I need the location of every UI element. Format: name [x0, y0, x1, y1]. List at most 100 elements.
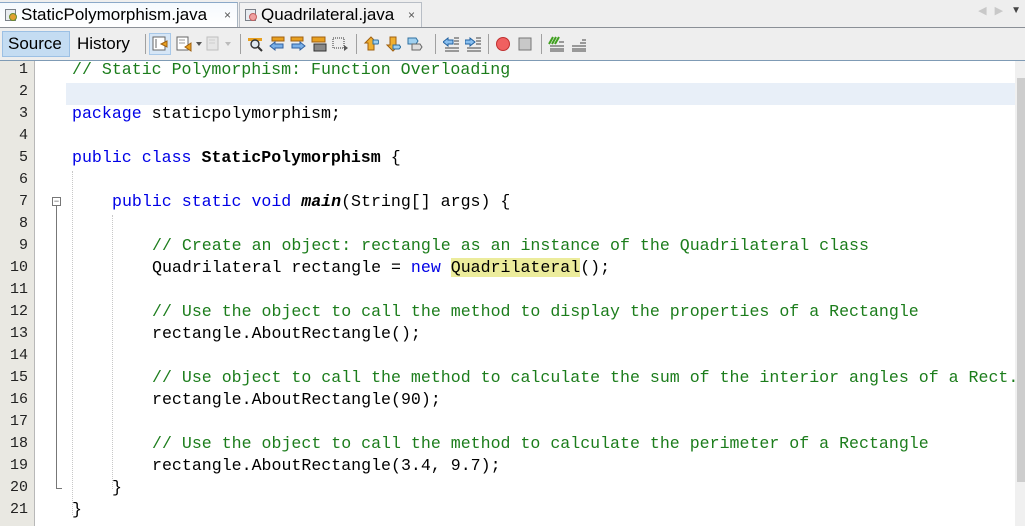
toolbar-separator [435, 34, 436, 54]
toggle-bookmark-icon[interactable] [406, 35, 424, 53]
comment-icon[interactable] [547, 35, 565, 53]
code-keyword: void [251, 192, 292, 211]
tab-quadrilateral[interactable]: Quadrilateral.java × [239, 2, 422, 27]
line-number: 3 [18, 105, 28, 122]
toggle-rect-selection-icon[interactable] [331, 35, 349, 53]
fold-margin [35, 61, 65, 526]
toolbar-separator [488, 34, 489, 54]
code-token: rectangle.AboutRectangle(3.4, 9.7); [152, 456, 501, 475]
code-comment: // Use object to call the method to calc… [152, 368, 1019, 387]
forward-icon[interactable] [204, 35, 222, 53]
collapse-fold-icon[interactable]: − [52, 197, 61, 206]
line-number: 9 [18, 237, 28, 254]
line-number: 5 [18, 149, 28, 166]
code-keyword: new [410, 258, 441, 277]
start-macro-recording-icon[interactable] [494, 35, 512, 53]
code-keyword: class [141, 148, 192, 167]
uncomment-icon[interactable] [569, 35, 587, 53]
code-line: public static void main(String[] args) { [112, 191, 510, 213]
line-number: 13 [9, 325, 28, 342]
fold-range-line [56, 206, 57, 488]
line-number: 12 [9, 303, 28, 320]
line-number: 20 [9, 479, 28, 496]
back-icon[interactable] [175, 35, 193, 53]
source-view-button[interactable]: Source [2, 31, 70, 57]
find-selection-icon[interactable] [247, 35, 265, 53]
code-token: (String[] args) { [341, 192, 511, 211]
tab-static-polymorphism[interactable]: StaticPolymorphism.java × [0, 2, 238, 27]
code-token: Quadrilateral rectangle = [152, 258, 411, 277]
indent-guide [72, 171, 73, 515]
line-number-gutter: 1 2 3 4 5 6 7 8 9 10 11 12 13 14 15 16 17 18 19 20 21 [0, 61, 35, 526]
back-dropdown-icon[interactable] [196, 42, 202, 46]
toolbar-separator [541, 34, 542, 54]
close-tab-icon[interactable]: × [408, 8, 415, 22]
code-comment: // Use the object to call the method to … [152, 434, 929, 453]
close-tab-icon[interactable]: × [224, 8, 231, 22]
previous-bookmark-icon[interactable] [362, 35, 380, 53]
code-line: } [72, 499, 82, 521]
history-view-button[interactable]: History [72, 31, 142, 57]
code-token: rectangle.AboutRectangle(); [152, 324, 421, 343]
line-number: 17 [9, 413, 28, 430]
code-keyword: public [112, 192, 172, 211]
last-edit-icon[interactable] [149, 33, 171, 55]
toolbar-separator [356, 34, 357, 54]
shift-left-icon[interactable] [442, 35, 460, 53]
forward-dropdown-icon[interactable] [225, 42, 231, 46]
next-bookmark-icon[interactable] [384, 35, 402, 53]
toolbar-separator [145, 34, 146, 54]
line-number: 14 [9, 347, 28, 364]
line-number: 8 [18, 215, 28, 232]
stop-macro-recording-icon[interactable] [516, 35, 534, 53]
code-keyword: package [72, 104, 142, 123]
line-number: 15 [9, 369, 28, 386]
code-line: public class StaticPolymorphism { [72, 147, 401, 169]
code-line: // Use the object to call the method to … [152, 301, 919, 323]
toggle-highlight-icon[interactable] [310, 35, 328, 53]
code-line: Quadrilateral rectangle = new Quadrilate… [152, 257, 610, 279]
code-token: StaticPolymorphism [201, 148, 381, 167]
code-line: // Use the object to call the method to … [152, 433, 929, 455]
line-number: 18 [9, 435, 28, 452]
code-line: rectangle.AboutRectangle(90); [152, 389, 441, 411]
indent-guide [112, 215, 113, 489]
code-comment: // Create an object: rectangle as an ins… [152, 236, 869, 255]
show-opened-documents-icon[interactable]: ▼ [1011, 5, 1021, 16]
tab-label: StaticPolymorphism.java [21, 5, 208, 24]
code-token: rectangle.AboutRectangle(90); [152, 390, 441, 409]
scroll-tabs-left-icon[interactable]: ◀ [978, 4, 986, 17]
code-line: // Create an object: rectangle as an ins… [152, 235, 869, 257]
line-number: 10 [9, 259, 28, 276]
line-number: 1 [18, 61, 28, 78]
current-line-highlight [66, 83, 1020, 105]
java-main-file-icon [4, 8, 18, 22]
code-keyword: static [181, 192, 242, 211]
code-token: staticpolymorphism; [141, 104, 341, 123]
editor-tab-bar: StaticPolymorphism.java × Quadrilateral.… [0, 0, 1025, 28]
line-number: 7 [18, 193, 28, 210]
code-token: } [112, 478, 122, 497]
line-number: 19 [9, 457, 28, 474]
vertical-scrollbar-thumb[interactable] [1017, 78, 1025, 482]
code-line: rectangle.AboutRectangle(); [152, 323, 421, 345]
code-line: // Static Polymorphism: Function Overloa… [72, 59, 510, 81]
code-comment: // Static Polymorphism: Function Overloa… [72, 60, 511, 79]
code-comment: // Use the object to call the method to … [152, 302, 919, 321]
find-previous-icon[interactable] [268, 35, 286, 53]
line-number: 11 [9, 281, 28, 298]
shift-right-icon[interactable] [464, 35, 482, 53]
editor-toolbar: Source History [0, 28, 1025, 61]
fold-range-end [56, 488, 62, 489]
line-number: 2 [18, 83, 28, 100]
code-token: main [301, 192, 342, 211]
find-next-icon[interactable] [289, 35, 307, 53]
scroll-tabs-right-icon[interactable]: ▶ [995, 4, 1003, 17]
toolbar-separator [240, 34, 241, 54]
line-number: 21 [9, 501, 28, 518]
